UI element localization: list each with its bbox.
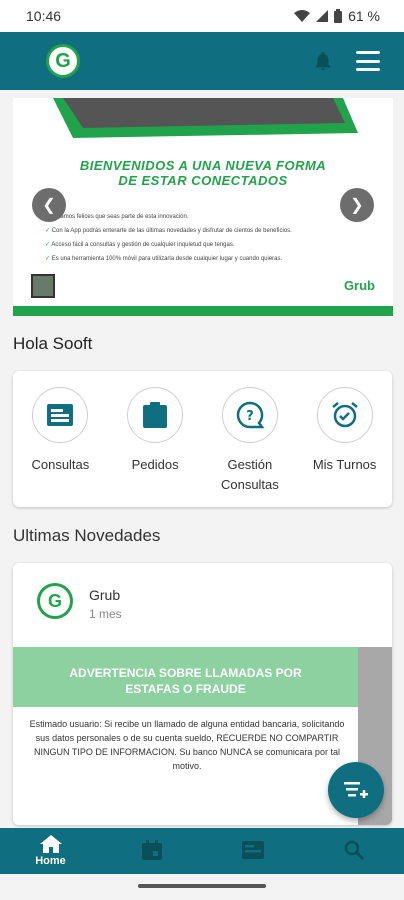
welcome-banner: BIENVENIDOS A UNA NUEVA FORMA DE ESTAR C… — [13, 98, 393, 316]
filter-add-fab-button[interactable] — [328, 762, 384, 818]
app-bar-actions — [312, 50, 380, 72]
news-time: 1 mes — [89, 607, 122, 621]
nav-calendar[interactable] — [112, 840, 192, 862]
action-label: Pedidos — [131, 457, 179, 472]
banner-list: Estamos felices que seas parte de esta i… — [45, 210, 365, 266]
bottom-navigation: Home — [0, 828, 404, 874]
clipboard-icon[interactable] — [127, 387, 184, 443]
status-icons: 61 % — [294, 8, 380, 24]
notifications-bell-icon[interactable] — [312, 50, 334, 72]
avatar-letter: G — [47, 590, 62, 611]
carousel-prev-button[interactable]: ❮ — [32, 188, 66, 222]
action-label: Consultas — [31, 457, 90, 472]
action-gestion-consultas[interactable]: ? Gestión Consultas — [210, 387, 290, 507]
carousel-next-button[interactable]: ❯ — [340, 188, 374, 222]
news-author: Grub — [89, 587, 121, 603]
action-pedidos[interactable]: Pedidos — [115, 387, 195, 507]
home-icon — [39, 835, 62, 853]
search-icon — [344, 840, 364, 860]
action-consultas[interactable]: Consultas — [20, 387, 100, 507]
banner-item: Es una herramienta 100% móvil para utili… — [45, 252, 365, 266]
nav-home-label: Home — [35, 855, 66, 867]
banner-title-line2: DE ESTAR CONECTADOS — [118, 173, 288, 188]
author-avatar: G — [37, 583, 73, 619]
qr-code-icon — [31, 274, 55, 298]
status-time: 10:46 — [26, 8, 62, 24]
banner-title: BIENVENIDOS A UNA NUEVA FORMA DE ESTAR C… — [13, 158, 393, 188]
hamburger-menu-icon[interactable] — [356, 51, 380, 71]
nav-consultas[interactable] — [213, 841, 293, 861]
filter-add-icon — [344, 782, 368, 798]
alarm-clock-icon[interactable] — [316, 387, 373, 443]
quick-actions-card: Consultas Pedidos ? Gestión Consultas Mi… — [13, 371, 392, 507]
news-list-icon — [241, 841, 264, 859]
banner-item: Estamos felices que seas parte de esta i… — [45, 210, 365, 224]
battery-level: 61 % — [348, 8, 380, 24]
news-headline-line2: ESTAFAS O FRAUDE — [125, 682, 246, 696]
wifi-icon — [294, 10, 311, 22]
banner-title-line1: BIENVENIDOS A UNA NUEVA FORMA — [79, 158, 327, 173]
logo-letter: G — [55, 49, 71, 72]
news-section-title: Ultimas Novedades — [13, 526, 161, 545]
signal-icon — [316, 10, 329, 22]
battery-icon — [334, 9, 343, 23]
news-body: Estimado usuario: Si recibe un llamado d… — [29, 719, 345, 771]
nav-search[interactable] — [314, 840, 394, 862]
calendar-icon — [141, 840, 162, 860]
news-headline-line1: ADVERTENCIA SOBRE LLAMADAS POR — [69, 666, 302, 680]
action-label: Mis Turnos — [312, 457, 377, 472]
banner-item: Acceso fácil a consultas y gestión de cu… — [45, 238, 365, 252]
app-bar: G — [0, 32, 404, 90]
nav-home[interactable]: Home — [11, 835, 91, 867]
status-bar: 10:46 61 % — [0, 0, 404, 32]
system-home-indicator[interactable] — [138, 884, 266, 888]
action-mis-turnos[interactable]: Mis Turnos — [305, 387, 385, 507]
app-logo: G — [46, 44, 80, 78]
banner-item: Con la App podrás enterarte de las últim… — [45, 224, 365, 238]
action-label: Gestión Consultas — [220, 457, 279, 492]
consultas-icon[interactable] — [32, 387, 89, 443]
greeting-text: Hola Sooft — [13, 334, 93, 353]
question-bubble-icon[interactable]: ? — [221, 387, 278, 443]
banner-green-strip — [13, 306, 393, 316]
banner-graphic — [53, 98, 358, 138]
svg-text:?: ? — [246, 409, 254, 424]
news-headline: ADVERTENCIA SOBRE LLAMADAS POR ESTAFAS O… — [13, 647, 358, 707]
banner-brand: Grub — [343, 278, 375, 293]
